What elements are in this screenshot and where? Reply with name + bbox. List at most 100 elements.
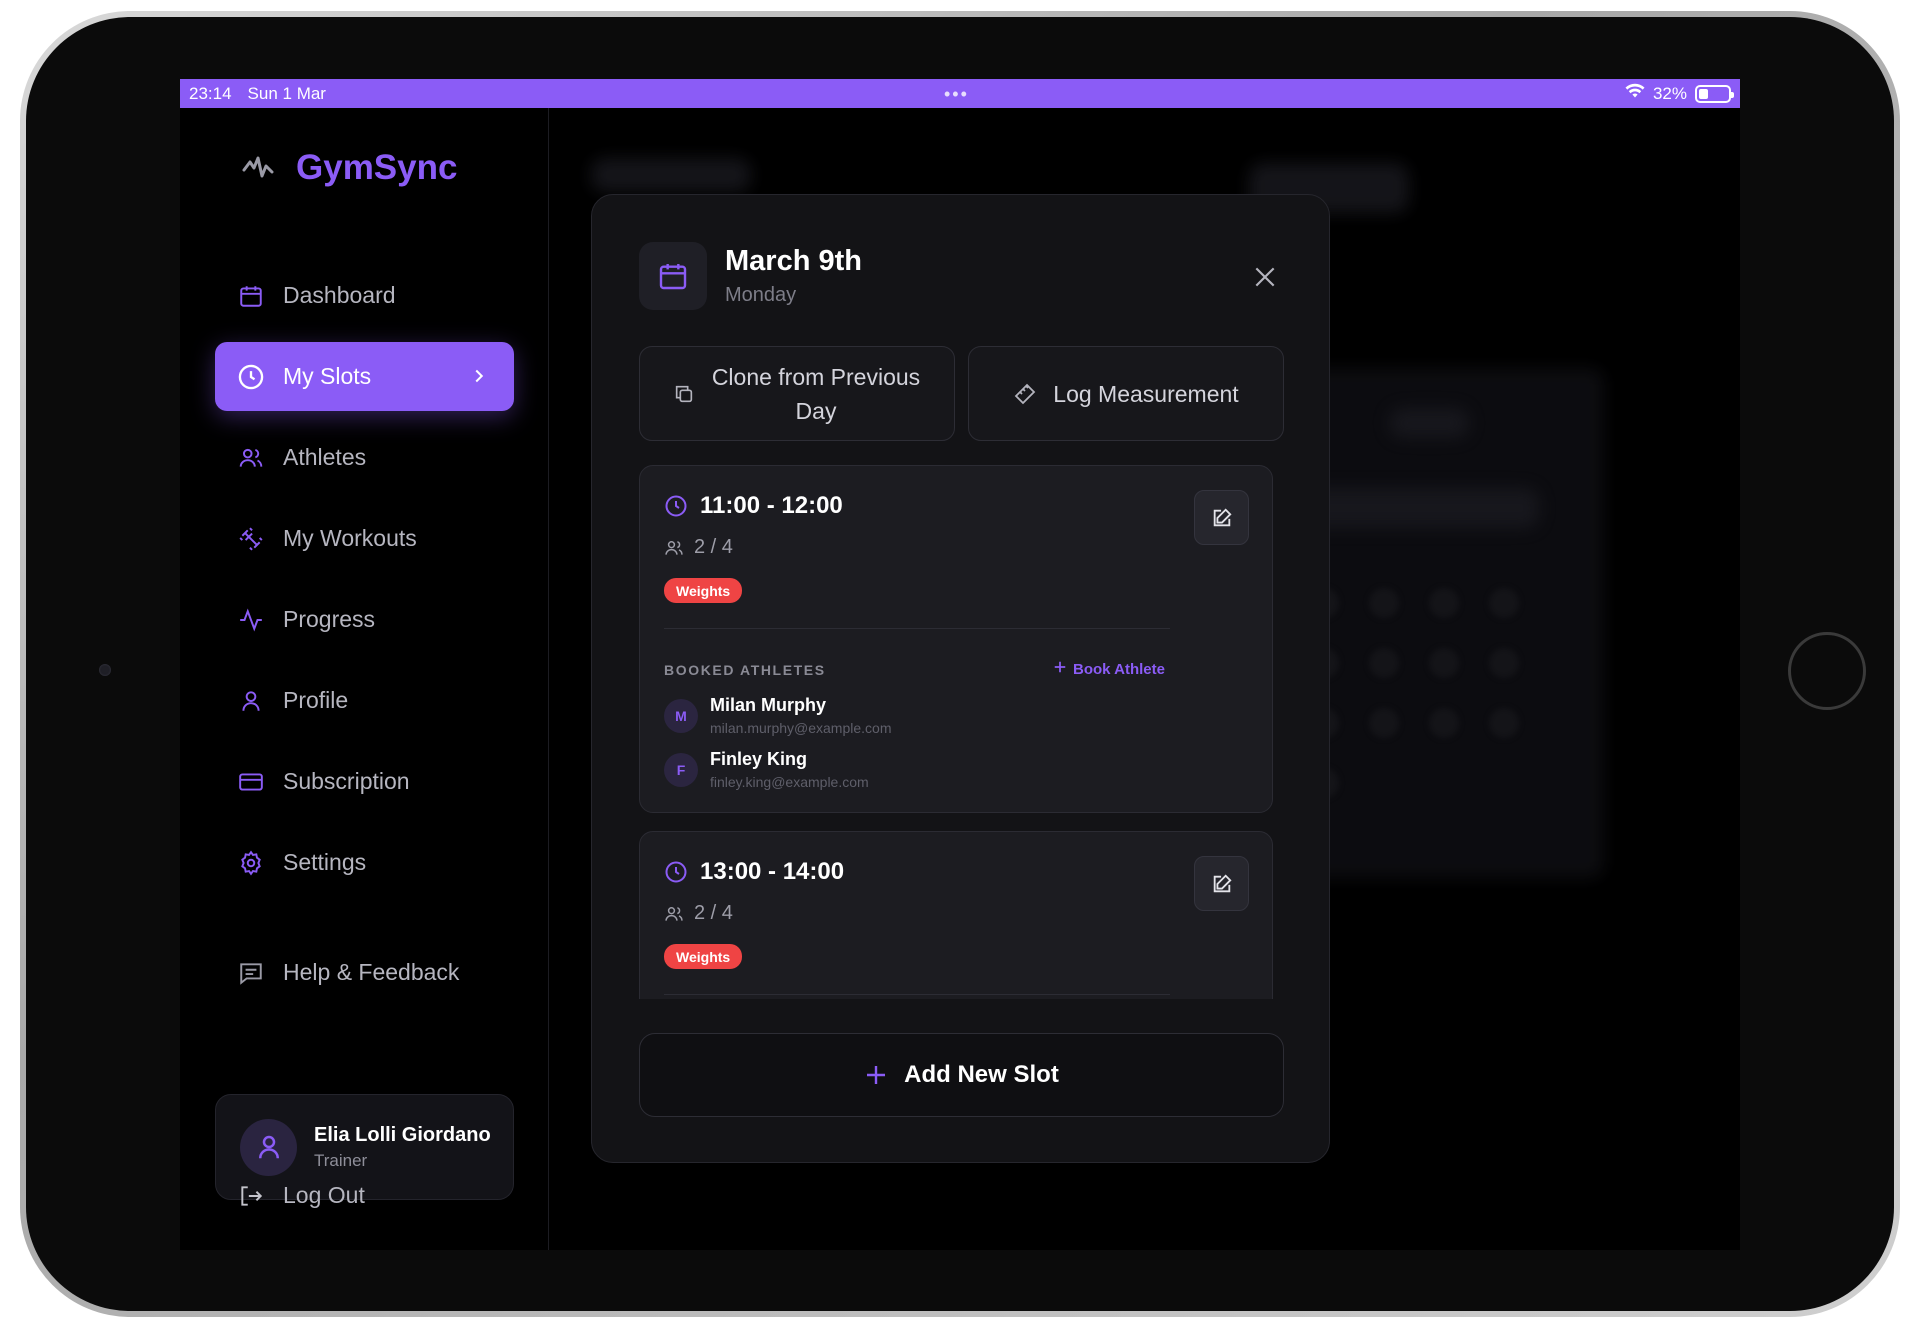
slot-time: 11:00 - 12:00 — [664, 492, 843, 520]
slot-time-label: 13:00 - 14:00 — [700, 858, 845, 885]
book-athlete-label: Book Athlete — [1073, 660, 1165, 678]
athlete-email: finley.king@example.com — [710, 774, 869, 790]
plus-icon — [864, 1063, 888, 1087]
divider — [664, 994, 1170, 995]
sidebar-item-settings[interactable]: Settings — [215, 828, 514, 897]
edit-slot-button[interactable] — [1194, 856, 1249, 911]
sidebar-item-label: Athletes — [283, 444, 367, 470]
user-name: Elia Lolli Giordano — [314, 1123, 491, 1146]
add-new-slot-button[interactable]: Add New Slot — [639, 1033, 1284, 1117]
slot-capacity-value: 2 / 4 — [694, 902, 733, 924]
slot-time-label: 11:00 - 12:00 — [700, 492, 843, 519]
sidebar-item-label: Settings — [283, 849, 367, 875]
sidebar-item-my-slots[interactable]: My Slots — [215, 342, 514, 411]
edit-icon — [1213, 507, 1232, 526]
sidebar-item-label: My Workouts — [283, 525, 417, 551]
screen: 23:14 Sun 1 Mar ••• 32% ⚡ GymSync Dashbo… — [180, 79, 1740, 1250]
athlete-avatar: F — [664, 753, 698, 787]
sidebar-item-help-feedback[interactable]: Help & Feedback — [215, 938, 514, 1007]
logout-button[interactable]: Log Out — [215, 1161, 514, 1230]
clock-icon — [237, 363, 265, 391]
logout-label: Log Out — [283, 1182, 365, 1208]
edit-slot-button[interactable] — [1194, 490, 1249, 545]
sidebar-item-profile[interactable]: Profile — [215, 666, 514, 735]
slot-capacity: 2 / 4 — [664, 536, 733, 559]
book-athlete-button[interactable]: Book Athlete — [1053, 660, 1165, 678]
copy-icon — [673, 383, 695, 405]
slot-card: 13:00 - 14:00 2 / 4 Weights — [639, 831, 1273, 999]
divider — [664, 628, 1170, 629]
slot-capacity: 2 / 4 — [664, 902, 733, 925]
sidebar-item-dashboard[interactable]: Dashboard — [215, 261, 514, 330]
battery-percent: 32% — [1652, 83, 1687, 103]
day-slots-modal: March 9th Monday Clone from Previous Day… — [591, 194, 1330, 1163]
status-right: 32% ⚡ — [1625, 83, 1734, 104]
athlete-email: milan.murphy@example.com — [710, 720, 892, 736]
brand-name: GymSync — [296, 148, 458, 187]
modal-subtitle: Monday — [725, 284, 797, 306]
clone-button-label: Clone from Previous Day — [711, 363, 921, 424]
logout-icon — [237, 1182, 265, 1210]
activity-icon — [237, 606, 265, 634]
plus-icon — [1053, 660, 1067, 678]
booked-athletes-label: BOOKED ATHLETES — [664, 662, 826, 678]
sidebar-item-label: Dashboard — [283, 282, 396, 308]
charging-bolt-icon: ⚡ — [1708, 85, 1718, 101]
multitasking-dots[interactable]: ••• — [944, 84, 969, 105]
edit-icon — [1213, 873, 1232, 892]
slot-tag-badge: Weights — [664, 578, 743, 603]
slot-card: 11:00 - 12:00 2 / 4 Weights BOOKED ATHLE… — [639, 465, 1273, 813]
sidebar-item-athletes[interactable]: Athletes — [215, 423, 514, 492]
user-icon — [237, 687, 265, 715]
home-button[interactable] — [1788, 632, 1866, 710]
clone-previous-day-button[interactable]: Clone from Previous Day — [639, 346, 955, 441]
clock-icon — [664, 494, 688, 518]
calendar-icon — [639, 242, 707, 310]
sidebar-item-label: Help & Feedback — [283, 959, 460, 985]
sidebar-item-label: Subscription — [283, 768, 410, 794]
slots-list[interactable]: 11:00 - 12:00 2 / 4 Weights BOOKED ATHLE… — [639, 465, 1273, 999]
gymsync-logo-icon — [240, 150, 276, 186]
message-icon — [237, 959, 265, 987]
gear-icon — [237, 849, 265, 877]
status-bar: 23:14 Sun 1 Mar ••• 32% ⚡ — [180, 79, 1740, 108]
front-camera — [99, 664, 111, 676]
status-time: 23:14 — [189, 83, 232, 103]
users-icon — [664, 538, 684, 558]
dumbbell-icon — [237, 525, 265, 553]
log-measurement-button[interactable]: Log Measurement — [968, 346, 1284, 441]
battery-icon: ⚡ — [1695, 84, 1734, 103]
battery-fill — [1699, 88, 1708, 99]
modal-title: March 9th — [725, 245, 862, 277]
sidebar-item-my-workouts[interactable]: My Workouts — [215, 504, 514, 573]
slot-tag-badge: Weights — [664, 944, 743, 969]
athlete-avatar: M — [664, 699, 698, 733]
sidebar-item-label: Profile — [283, 687, 349, 713]
log-button-label: Log Measurement — [1053, 380, 1239, 407]
slot-capacity-value: 2 / 4 — [694, 536, 733, 558]
athlete-name: Milan Murphy — [710, 695, 826, 715]
athlete-row[interactable]: F Finley King finley.king@example.com — [664, 749, 869, 790]
sidebar: GymSync Dashboard My Slots Athletes My W… — [180, 108, 549, 1250]
brand[interactable]: GymSync — [240, 148, 457, 188]
credit-card-icon — [237, 768, 265, 796]
sidebar-item-label: My Slots — [283, 363, 372, 389]
slot-time: 13:00 - 14:00 — [664, 858, 844, 886]
chevron-right-icon — [468, 364, 490, 394]
add-new-slot-label: Add New Slot — [904, 1061, 1059, 1088]
wifi-icon — [1625, 83, 1645, 104]
calendar-icon — [237, 282, 265, 310]
athlete-name: Finley King — [710, 749, 808, 769]
sidebar-item-subscription[interactable]: Subscription — [215, 747, 514, 816]
modal-header: March 9th Monday — [639, 242, 862, 310]
clock-icon — [664, 860, 688, 884]
users-icon — [664, 904, 684, 924]
sidebar-item-label: Progress — [283, 606, 376, 632]
ruler-icon — [1013, 382, 1037, 406]
status-date: Sun 1 Mar — [247, 83, 326, 103]
close-icon — [1255, 267, 1275, 287]
close-button[interactable] — [1251, 263, 1279, 291]
users-icon — [237, 444, 265, 472]
athlete-row[interactable]: M Milan Murphy milan.murphy@example.com — [664, 695, 892, 736]
sidebar-item-progress[interactable]: Progress — [215, 585, 514, 654]
